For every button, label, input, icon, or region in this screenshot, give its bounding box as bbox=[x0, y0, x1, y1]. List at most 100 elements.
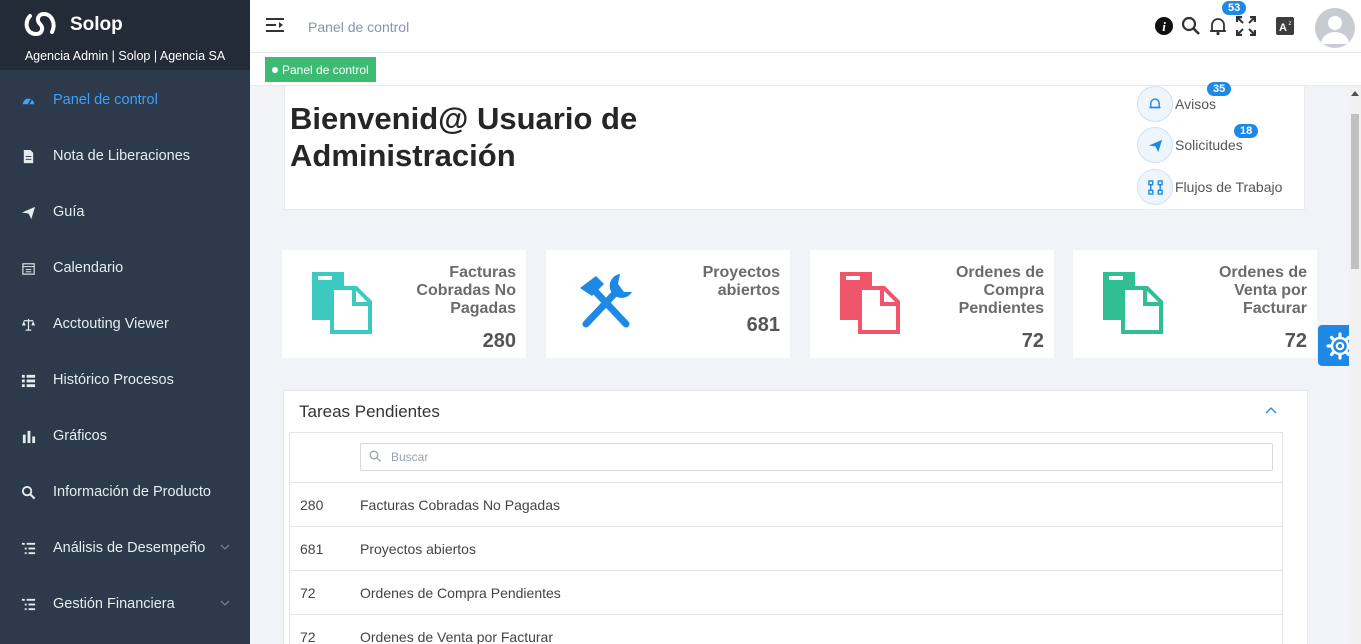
stat-card-proyectos[interactable]: Proyectos abiertos 681 bbox=[546, 250, 790, 358]
translate-icon[interactable]: Az bbox=[1275, 16, 1295, 36]
fullscreen-icon[interactable] bbox=[1236, 16, 1256, 36]
task-name: Ordenes de Venta por Facturar bbox=[360, 629, 553, 644]
task-count: 72 bbox=[300, 629, 316, 644]
search-icon bbox=[369, 450, 381, 462]
quick-link-avisos[interactable]: Avisos bbox=[1137, 86, 1216, 122]
stat-label: Ordenes de Venta por Facturar bbox=[1218, 264, 1307, 317]
sidebar-item-panel-de-control[interactable]: Panel de control bbox=[0, 72, 250, 128]
task-name: Proyectos abiertos bbox=[360, 541, 476, 557]
search-icon[interactable] bbox=[1181, 16, 1201, 36]
breadcrumb: Panel de control bbox=[250, 53, 1361, 86]
sidebar-item-label: Histórico Procesos bbox=[53, 372, 174, 388]
tools-icon bbox=[580, 274, 632, 328]
scrollbar-thumb[interactable] bbox=[1351, 114, 1359, 269]
svg-text:A: A bbox=[1279, 22, 1287, 34]
paper-plane-icon bbox=[20, 204, 36, 220]
quick-link-label: Solicitudes bbox=[1175, 137, 1243, 153]
task-count: 72 bbox=[300, 585, 316, 601]
info-icon[interactable]: i bbox=[1154, 16, 1174, 36]
quick-link-label: Avisos bbox=[1175, 96, 1216, 112]
solop-logo-icon[interactable] bbox=[22, 10, 58, 40]
bell-icon[interactable] bbox=[1208, 16, 1228, 36]
tasks-panel: Tareas Pendientes 280 Facturas Cobradas … bbox=[283, 390, 1308, 644]
menu-toggle-icon[interactable] bbox=[266, 17, 284, 33]
topbar: Panel de control i 53 Az bbox=[250, 0, 1361, 53]
stat-card-facturas[interactable]: Facturas Cobradas No Pagadas 280 bbox=[282, 250, 526, 358]
sidebar-item-label: Gráficos bbox=[53, 428, 107, 444]
quick-link-solicitudes[interactable]: Solicitudes bbox=[1137, 127, 1243, 163]
sidebar-item-graficos[interactable]: Gráficos bbox=[0, 408, 250, 464]
table-row[interactable]: 72 Ordenes de Compra Pendientes bbox=[290, 570, 1282, 614]
dashboard-icon bbox=[20, 92, 36, 108]
stat-label: Proyectos abiertos bbox=[702, 264, 780, 299]
sidebar-item-guia[interactable]: Guía bbox=[0, 184, 250, 240]
paper-plane-icon bbox=[1137, 127, 1173, 163]
documents-icon bbox=[1103, 272, 1163, 334]
welcome-card: Bienvenid@ Usuario de Administración Avi… bbox=[284, 82, 1305, 210]
sidebar-item-calendario[interactable]: Calendario bbox=[0, 240, 250, 296]
sidebar-item-informacion-de-producto[interactable]: Información de Producto bbox=[0, 464, 250, 520]
scale-icon bbox=[20, 316, 36, 332]
table-row[interactable]: 72 Ordenes de Venta por Facturar bbox=[290, 614, 1282, 644]
documents-icon bbox=[840, 272, 900, 334]
brand-header: Solop Agencia Admin | Solop | Agencia SA bbox=[0, 0, 250, 70]
table-row[interactable]: 280 Facturas Cobradas No Pagadas bbox=[290, 482, 1282, 526]
brand-name[interactable]: Solop bbox=[70, 14, 123, 36]
sidebar-item-label: Análisis de Desempeño bbox=[53, 540, 206, 556]
svg-text:z: z bbox=[1289, 21, 1292, 27]
avatar[interactable] bbox=[1315, 8, 1355, 48]
task-name: Ordenes de Compra Pendientes bbox=[360, 585, 561, 601]
tasks-title: Tareas Pendientes bbox=[299, 402, 440, 421]
chevron-down-icon[interactable] bbox=[220, 598, 230, 608]
sidebar-item-nota-de-liberaciones[interactable]: Nota de Liberaciones bbox=[0, 128, 250, 184]
tasks-table: 280 Facturas Cobradas No Pagadas 681 Pro… bbox=[289, 432, 1283, 644]
notifications-badge: 53 bbox=[1222, 1, 1247, 15]
table-row[interactable]: 681 Proyectos abiertos bbox=[290, 526, 1282, 570]
chevron-up-icon[interactable] bbox=[1265, 405, 1277, 415]
sidebar-item-analisis-de-desempeno[interactable]: Análisis de Desempeño bbox=[0, 520, 250, 576]
sidebar-item-label: Panel de control bbox=[53, 92, 158, 108]
breadcrumb-chip[interactable]: Panel de control bbox=[265, 57, 376, 82]
calendar-icon bbox=[20, 260, 36, 276]
sidebar-item-historico-procesos[interactable]: Histórico Procesos bbox=[0, 352, 250, 408]
stat-value: 681 bbox=[746, 314, 780, 336]
quick-link-label: Flujos de Trabajo bbox=[1175, 179, 1283, 195]
stat-value: 72 bbox=[1284, 330, 1307, 352]
search-field[interactable] bbox=[360, 443, 1273, 471]
solicitudes-badge: 18 bbox=[1234, 124, 1259, 138]
sidebar-item-label: Gestión Financiera bbox=[53, 596, 175, 612]
task-count: 280 bbox=[300, 497, 324, 513]
stat-label: Ordenes de Compra Pendientes bbox=[955, 264, 1044, 317]
bar-chart-icon bbox=[20, 428, 36, 444]
stat-card-ordenes-compra[interactable]: Ordenes de Compra Pendientes 72 bbox=[810, 250, 1054, 358]
chevron-down-icon[interactable] bbox=[220, 542, 230, 552]
bell-icon bbox=[1137, 86, 1173, 122]
stat-value: 72 bbox=[1021, 330, 1044, 352]
stat-label: Facturas Cobradas No Pagadas bbox=[416, 264, 516, 317]
sidebar-item-label: Acctouting Viewer bbox=[53, 316, 169, 332]
sidebar-item-label: Nota de Liberaciones bbox=[53, 148, 191, 164]
workflow-icon bbox=[1137, 169, 1173, 205]
stat-value: 280 bbox=[482, 330, 516, 352]
scroll-up-icon[interactable] bbox=[1351, 91, 1359, 96]
avisos-badge: 35 bbox=[1207, 82, 1232, 96]
vertical-scrollbar[interactable] bbox=[1349, 86, 1361, 644]
breadcrumb-label: Panel de control bbox=[282, 62, 369, 77]
task-count: 681 bbox=[300, 541, 324, 557]
top-breadcrumb[interactable]: Panel de control bbox=[308, 19, 409, 35]
sidebar-item-label: Calendario bbox=[53, 260, 124, 276]
sidebar-item-label: Guía bbox=[53, 204, 85, 220]
documents-icon bbox=[312, 272, 372, 334]
sidebar: Solop Agencia Admin | Solop | Agencia SA… bbox=[0, 0, 250, 644]
quick-link-flujos-de-trabajo[interactable]: Flujos de Trabajo bbox=[1137, 169, 1282, 205]
search-input[interactable] bbox=[391, 450, 1251, 464]
page-title: Bienvenid@ Usuario de Administración bbox=[290, 101, 638, 173]
sidebar-item-label: Información de Producto bbox=[53, 484, 211, 500]
sidebar-item-gestion-financiera[interactable]: Gestión Financiera bbox=[0, 576, 250, 632]
dot-icon bbox=[272, 66, 278, 73]
stat-card-ordenes-venta[interactable]: Ordenes de Venta por Facturar 72 bbox=[1073, 250, 1317, 358]
document-icon bbox=[20, 148, 36, 164]
sidebar-item-acctouting-viewer[interactable]: Acctouting Viewer bbox=[0, 296, 250, 352]
svg-text:i: i bbox=[1162, 19, 1166, 34]
search-row bbox=[290, 433, 1282, 482]
